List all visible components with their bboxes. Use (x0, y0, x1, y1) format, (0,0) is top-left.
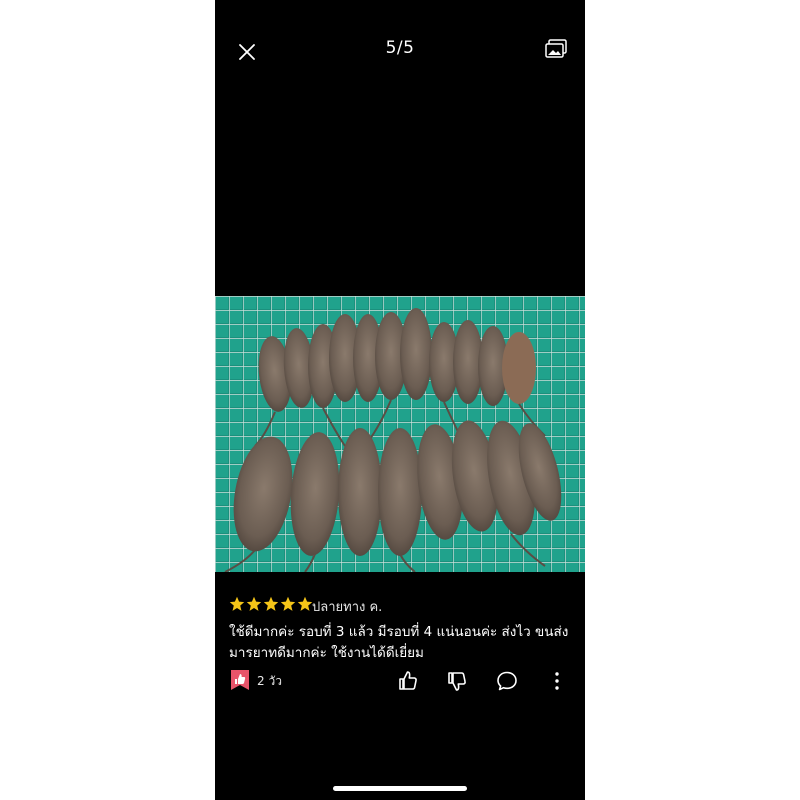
time-ago: 2 วัว (257, 674, 282, 688)
star-icon (263, 596, 279, 611)
thumbs-up-badge-icon (231, 670, 249, 690)
review-section: ปลายทาง ค. ใช้ดีมากค่ะ รอบที่ 3 แล้ว มีร… (215, 572, 585, 800)
star-icon (229, 596, 245, 611)
like-button-icon[interactable] (396, 669, 420, 693)
star-icon (246, 596, 262, 611)
reviewer-name: ปลายทาง ค. (312, 600, 383, 615)
review-comment: ใช้ดีมากค่ะ รอบที่ 3 แล้ว มีรอบที่ 4 แน่… (229, 624, 569, 661)
comment-button-icon[interactable] (495, 669, 519, 693)
rating-stars (229, 596, 313, 614)
review-photo[interactable] (215, 296, 585, 572)
star-icon (280, 596, 296, 611)
gallery-icon[interactable] (544, 38, 568, 60)
home-indicator[interactable] (333, 786, 467, 791)
star-icon (297, 596, 313, 611)
review-photo-image (215, 296, 585, 572)
top-bar: 5/5 (215, 0, 585, 100)
phone-screen: 5/5 ปลายทาง ค. ใช้ดีมากค่ะ รอบที่ 3 แล้ว… (215, 0, 585, 800)
dislike-button-icon[interactable] (445, 669, 469, 693)
image-counter: 5/5 (385, 38, 415, 58)
more-options-icon[interactable] (545, 669, 569, 693)
